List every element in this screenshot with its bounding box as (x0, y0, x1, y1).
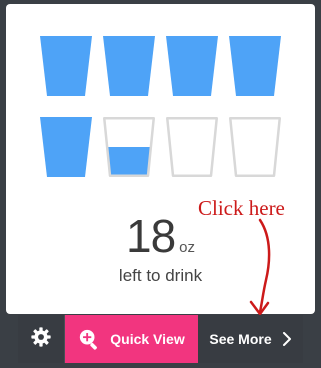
settings-button[interactable] (18, 315, 65, 363)
quick-view-button[interactable]: Quick View (65, 315, 198, 363)
gear-icon (30, 326, 52, 353)
water-tracker-widget: 18 oz left to drink Click here Quick Vie… (0, 0, 321, 368)
glass-icon (166, 36, 218, 96)
see-more-label: See More (209, 331, 272, 347)
glass-icon (40, 36, 92, 96)
amount-value: 18 (125, 210, 176, 262)
magnify-plus-icon (78, 328, 100, 350)
glass-icon (229, 36, 281, 96)
glass-icon (40, 117, 92, 177)
glass-icon (103, 36, 155, 96)
glass-icon (166, 117, 218, 177)
glass-icon (103, 117, 155, 177)
action-bar: Quick View See More (18, 315, 303, 363)
chevron-right-icon (282, 332, 292, 346)
amount-unit: oz (179, 239, 195, 256)
glass-icon (229, 117, 281, 177)
see-more-button[interactable]: See More (198, 315, 303, 363)
quick-view-label: Quick View (110, 331, 185, 347)
annotation-arrow (249, 218, 271, 316)
